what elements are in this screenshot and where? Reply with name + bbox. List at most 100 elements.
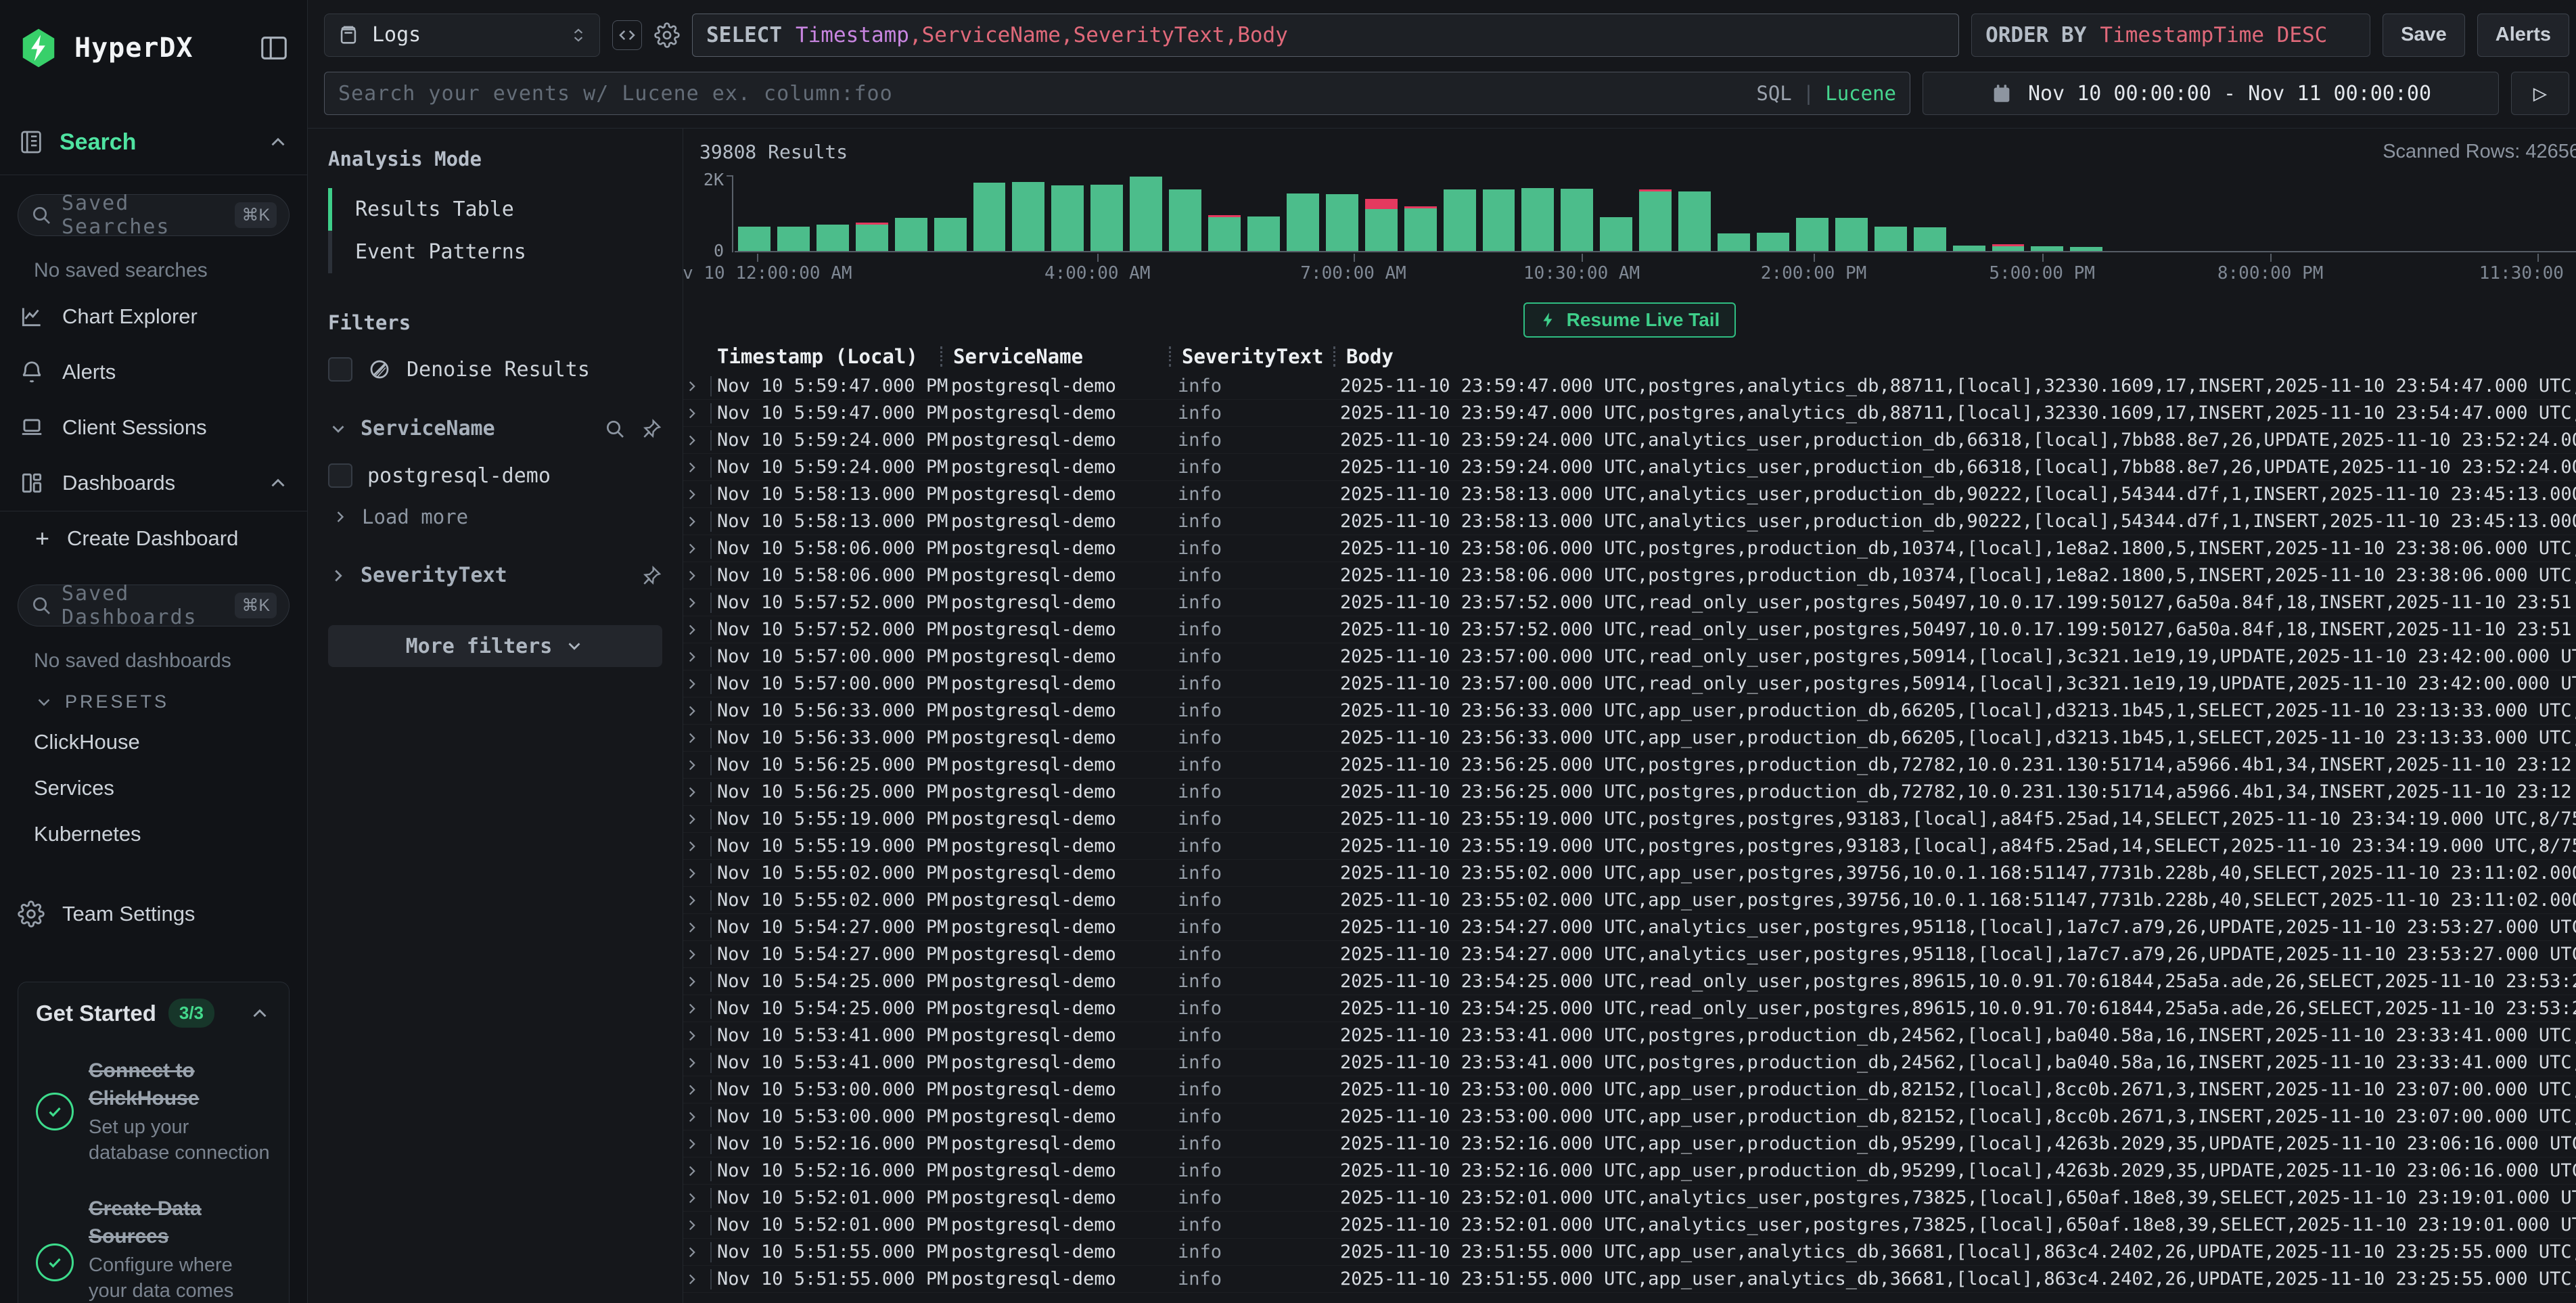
save-button[interactable]: Save [2383, 14, 2465, 57]
column-header-servicename[interactable]: ServiceName [942, 345, 1169, 368]
histogram-bar[interactable] [1989, 175, 2028, 251]
histogram-bar[interactable] [2027, 175, 2067, 251]
histogram-bar[interactable] [1401, 175, 1440, 251]
row-expand-chevron-icon[interactable] [683, 890, 717, 911]
histogram-bar[interactable] [735, 175, 774, 251]
run-query-button[interactable]: ▷ [2511, 72, 2569, 115]
table-row[interactable]: Nov 10 5:58:06.000 PMpostgresql-demoinfo… [683, 562, 2576, 589]
column-header-severitytext[interactable]: SeverityText [1171, 345, 1333, 368]
row-expand-chevron-icon[interactable] [683, 944, 717, 965]
table-row[interactable]: Nov 10 5:57:00.000 PMpostgresql-demoinfo… [683, 643, 2576, 670]
histogram-bar[interactable] [1518, 175, 1557, 251]
filter-value-postgresql-demo[interactable]: postgresql-demo [328, 463, 662, 488]
table-row[interactable]: Nov 10 5:52:01.000 PMpostgresql-demoinfo… [683, 1185, 2576, 1212]
histogram-bar[interactable] [1675, 175, 1714, 251]
table-row[interactable]: Nov 10 5:54:25.000 PMpostgresql-demoinfo… [683, 995, 2576, 1022]
histogram-bar[interactable] [774, 175, 813, 251]
table-row[interactable]: Nov 10 5:56:25.000 PMpostgresql-demoinfo… [683, 752, 2576, 779]
sidebar-item-alerts[interactable]: Alerts [18, 344, 290, 400]
row-expand-chevron-icon[interactable] [683, 539, 717, 559]
histogram-bar[interactable] [1009, 175, 1048, 251]
row-expand-chevron-icon[interactable] [683, 755, 717, 775]
row-expand-chevron-icon[interactable] [683, 674, 717, 694]
histogram-bar[interactable] [813, 175, 852, 251]
row-expand-chevron-icon[interactable] [683, 971, 717, 992]
sidebar-collapse-icon[interactable] [258, 32, 290, 64]
table-row[interactable]: Nov 10 5:55:19.000 PMpostgresql-demoinfo… [683, 806, 2576, 833]
more-filters-button[interactable]: More filters [328, 625, 662, 667]
table-row[interactable]: Nov 10 5:59:24.000 PMpostgresql-demoinfo… [683, 454, 2576, 481]
table-row[interactable]: Nov 10 5:54:25.000 PMpostgresql-demoinfo… [683, 968, 2576, 995]
service-checkbox[interactable] [328, 463, 352, 488]
histogram-bar[interactable] [2263, 175, 2302, 251]
histogram-bar[interactable] [892, 175, 931, 251]
lucene-toggle[interactable]: Lucene [1825, 82, 1896, 105]
table-row[interactable]: Nov 10 5:58:06.000 PMpostgresql-demoinfo… [683, 535, 2576, 562]
sql-editor-button[interactable] [612, 20, 642, 50]
table-row[interactable]: Nov 10 5:56:25.000 PMpostgresql-demoinfo… [683, 779, 2576, 806]
table-row[interactable]: Nov 10 5:55:02.000 PMpostgresql-demoinfo… [683, 860, 2576, 887]
histogram-bar[interactable] [1479, 175, 1519, 251]
row-expand-chevron-icon[interactable] [683, 430, 717, 451]
denoise-checkbox[interactable] [328, 357, 352, 382]
table-row[interactable]: Nov 10 5:59:47.000 PMpostgresql-demoinfo… [683, 400, 2576, 427]
histogram-bar[interactable] [2537, 175, 2576, 251]
table-row[interactable]: Nov 10 5:57:52.000 PMpostgresql-demoinfo… [683, 616, 2576, 643]
row-expand-chevron-icon[interactable] [683, 809, 717, 829]
table-row[interactable]: Nov 10 5:53:00.000 PMpostgresql-demoinfo… [683, 1076, 2576, 1103]
get-started-header[interactable]: Get Started 3/3 [36, 999, 271, 1028]
histogram-bar[interactable] [1832, 175, 1871, 251]
order-by-input[interactable]: ORDER BY TimestampTime DESC [1971, 14, 2370, 57]
table-row[interactable]: Nov 10 5:52:01.000 PMpostgresql-demoinfo… [683, 1212, 2576, 1239]
select-columns-input[interactable]: SELECT Timestamp ,ServiceName,SeverityTe… [692, 14, 1959, 57]
histogram-bar[interactable] [1244, 175, 1283, 251]
create-dashboard-button[interactable]: + Create Dashboard [18, 511, 290, 566]
row-expand-chevron-icon[interactable] [683, 620, 717, 640]
histogram-bar[interactable] [1636, 175, 1675, 251]
histogram-bar[interactable] [2498, 175, 2537, 251]
table-row[interactable]: Nov 10 5:53:41.000 PMpostgresql-demoinfo… [683, 1022, 2576, 1049]
sidebar-item-team-settings[interactable]: Team Settings [18, 900, 290, 928]
row-expand-chevron-icon[interactable] [683, 1242, 717, 1262]
histogram-bar[interactable] [1126, 175, 1166, 251]
table-row[interactable]: Nov 10 5:52:16.000 PMpostgresql-demoinfo… [683, 1130, 2576, 1158]
sidebar-item-search[interactable]: Search [18, 129, 290, 175]
preset-clickhouse[interactable]: ClickHouse [18, 719, 290, 765]
row-expand-chevron-icon[interactable] [683, 1107, 717, 1127]
presets-toggle[interactable]: PRESETS [18, 679, 290, 719]
chevron-up-icon[interactable] [248, 1002, 271, 1025]
table-row[interactable]: Nov 10 5:55:02.000 PMpostgresql-demoinfo… [683, 887, 2576, 914]
histogram-bar[interactable] [1087, 175, 1126, 251]
date-range-picker[interactable]: Nov 10 00:00:00 - Nov 11 00:00:00 [1923, 72, 2499, 115]
row-expand-chevron-icon[interactable] [683, 403, 717, 424]
histogram-bar[interactable] [852, 175, 892, 251]
row-expand-chevron-icon[interactable] [683, 782, 717, 802]
table-row[interactable]: Nov 10 5:59:47.000 PMpostgresql-demoinfo… [683, 373, 2576, 400]
histogram-bar[interactable] [1166, 175, 1205, 251]
histogram-bar[interactable] [2184, 175, 2224, 251]
histogram-bar[interactable] [1362, 175, 1401, 251]
table-row[interactable]: Nov 10 5:53:00.000 PMpostgresql-demoinfo… [683, 1103, 2576, 1130]
table-row[interactable]: Nov 10 5:53:41.000 PMpostgresql-demoinfo… [683, 1049, 2576, 1076]
table-row[interactable]: Nov 10 5:57:52.000 PMpostgresql-demoinfo… [683, 589, 2576, 616]
source-select[interactable]: Logs [324, 14, 600, 57]
row-expand-chevron-icon[interactable] [683, 1134, 717, 1154]
sidebar-item-dashboards[interactable]: Dashboards [18, 455, 290, 511]
row-expand-chevron-icon[interactable] [683, 1053, 717, 1073]
row-expand-chevron-icon[interactable] [683, 1080, 717, 1100]
histogram-bar[interactable] [1322, 175, 1362, 251]
table-row[interactable]: Nov 10 5:51:55.000 PMpostgresql-demoinfo… [683, 1239, 2576, 1266]
table-row[interactable]: Nov 10 5:58:13.000 PMpostgresql-demoinfo… [683, 508, 2576, 535]
table-row[interactable]: Nov 10 5:56:33.000 PMpostgresql-demoinfo… [683, 725, 2576, 752]
row-expand-chevron-icon[interactable] [683, 1026, 717, 1046]
histogram-bar[interactable] [1557, 175, 1596, 251]
histogram-bar[interactable] [1440, 175, 1479, 251]
histogram-bars[interactable] [735, 175, 2576, 252]
saved-dashboards-input[interactable]: Saved Dashboards ⌘K [18, 585, 290, 626]
histogram-bar[interactable] [2459, 175, 2498, 251]
histogram-bar[interactable] [1871, 175, 1910, 251]
table-row[interactable]: Nov 10 5:58:13.000 PMpostgresql-demoinfo… [683, 481, 2576, 508]
row-expand-chevron-icon[interactable] [683, 863, 717, 884]
histogram-bar[interactable] [2341, 175, 2380, 251]
filter-group-severitytext[interactable]: SeverityText [328, 564, 662, 587]
